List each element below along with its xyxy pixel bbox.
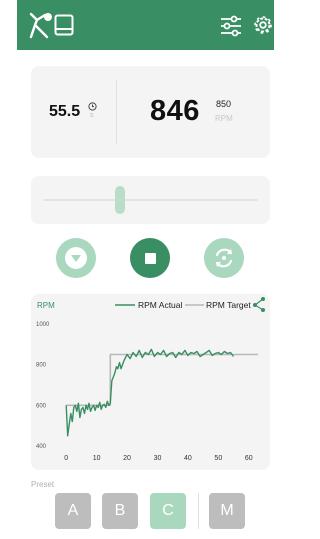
chart-y-label: RPM	[37, 301, 55, 310]
x-tick-label: 50	[214, 455, 222, 462]
x-tick-label: 40	[184, 455, 192, 462]
preset-button-a[interactable]: A	[55, 493, 91, 529]
x-tick-label: 10	[93, 455, 101, 462]
y-tick-label: 600	[36, 403, 47, 409]
legend-actual-label: RPM Actual	[138, 300, 183, 310]
x-tick-label: 60	[245, 455, 253, 462]
rpm-target-series-line	[66, 353, 258, 407]
y-tick-label: 800	[36, 363, 47, 369]
rpm-chart-card: RPM RPM Actual RPM Target 400 600 800 1000 0…	[31, 294, 270, 470]
slider-track[interactable]	[43, 199, 258, 201]
stop-icon	[144, 252, 156, 264]
rpm-target: 850	[216, 99, 232, 109]
fan-icon[interactable]	[27, 11, 53, 39]
cycle-button[interactable]	[204, 238, 244, 278]
temp-value: 55.5	[49, 103, 81, 120]
rpm-actual-series-line	[65, 348, 235, 437]
temp-sub: s	[90, 112, 94, 119]
slider-thumb[interactable]	[115, 186, 126, 214]
y-tick-label: 400	[36, 444, 47, 450]
preset-button-b[interactable]: B	[102, 493, 138, 529]
rpm-chart: RPM RPM Actual RPM Target 400 600 800 1000 0…	[36, 297, 265, 462]
legend-target-label: RPM Target	[206, 300, 251, 310]
chevron-down-icon	[65, 247, 87, 269]
decrease-button[interactable]	[56, 238, 96, 278]
cycle-icon	[215, 248, 233, 268]
rpm-unit: RPM	[215, 114, 233, 123]
readout-card: 55.5 s 846 850 RPM	[31, 66, 270, 158]
x-tick-label: 30	[154, 455, 162, 462]
share-icon[interactable]	[253, 297, 265, 312]
speed-slider-card	[31, 176, 270, 224]
tablet-icon[interactable]	[54, 14, 74, 36]
preset-divider	[198, 493, 199, 529]
preset-button-c[interactable]: C	[150, 493, 186, 529]
sliders-icon[interactable]	[220, 15, 242, 37]
app-header	[17, 0, 274, 50]
preset-label: Preset	[31, 480, 55, 489]
rpm-value: 846	[150, 95, 200, 127]
clock-icon	[88, 102, 97, 111]
preset-button-m[interactable]: M	[209, 493, 245, 529]
stop-button[interactable]	[130, 238, 170, 278]
x-tick-label: 0	[64, 455, 68, 462]
y-tick-label: 1000	[36, 322, 50, 328]
x-tick-label: 20	[123, 455, 131, 462]
gear-icon[interactable]	[252, 14, 274, 36]
readout-divider	[116, 80, 117, 144]
